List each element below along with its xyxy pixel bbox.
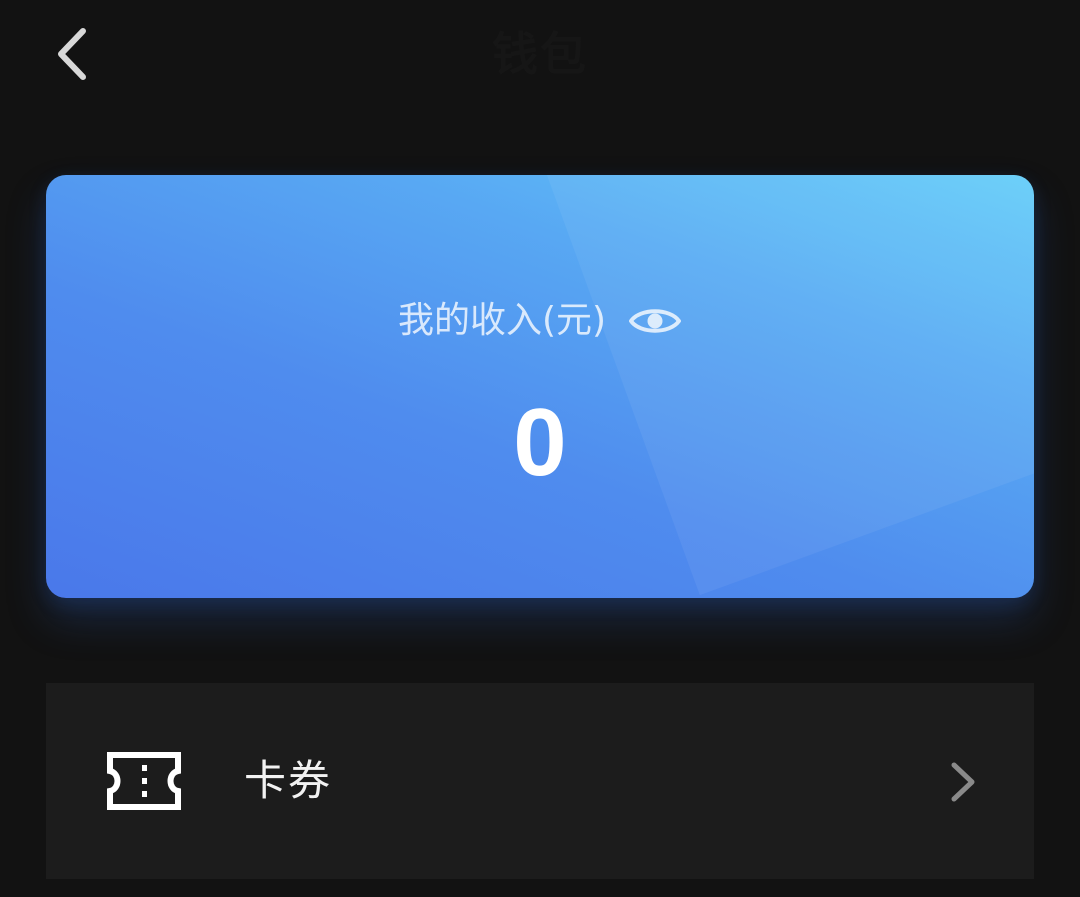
wallet-screen: 钱包 我的收入(元) 0 卡券 — [0, 0, 1080, 897]
income-label-row: 我的收入(元) — [46, 295, 1034, 347]
income-amount: 0 — [513, 389, 567, 496]
menu-item-label: 卡券 — [244, 756, 333, 805]
income-label: 我的收入(元) — [397, 300, 607, 341]
ticket-icon — [107, 752, 181, 810]
chevron-right-icon — [951, 762, 975, 802]
page-title: 钱包 — [492, 27, 588, 81]
income-card: 我的收入(元) 0 — [46, 175, 1034, 598]
eye-icon — [629, 309, 682, 333]
menu-item-coupons[interactable]: 卡券 — [46, 683, 1034, 879]
header: 钱包 — [0, 0, 1080, 110]
visibility-toggle-button[interactable] — [628, 304, 682, 338]
